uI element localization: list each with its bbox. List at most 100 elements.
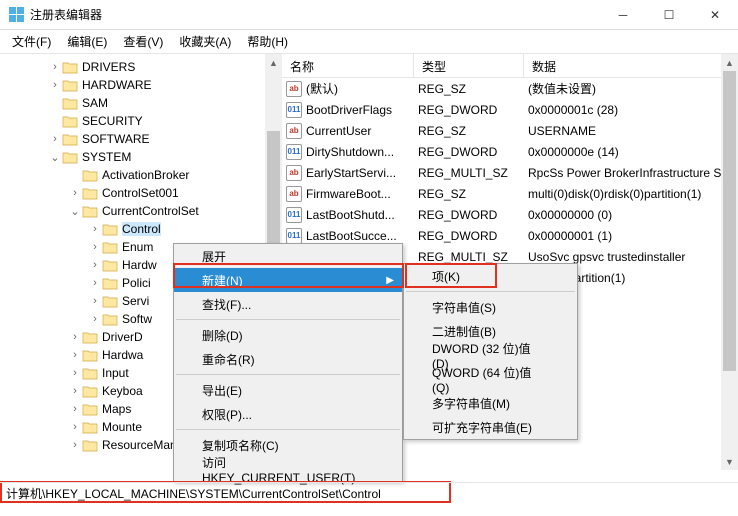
col-data-header[interactable]: 数据: [524, 54, 738, 77]
menu-item[interactable]: 重命名(R): [174, 347, 402, 371]
expand-icon[interactable]: ›: [88, 241, 102, 253]
menu-item-label: 导出(E): [202, 382, 242, 399]
list-row[interactable]: abEarlyStartServi...REG_MULTI_SZRpcSs Po…: [282, 162, 738, 183]
menu-item[interactable]: 访问 HKEY_CURRENT_USER(T): [174, 457, 402, 481]
folder-icon: [102, 294, 118, 308]
tree-item[interactable]: ›ControlSet001: [0, 184, 281, 202]
expand-icon[interactable]: ›: [88, 313, 102, 325]
expand-icon[interactable]: ›: [68, 403, 82, 415]
menu-item[interactable]: 权限(P)...: [174, 402, 402, 426]
folder-icon: [82, 168, 98, 182]
value-name: LastBootSucce...: [306, 229, 414, 243]
menu-item[interactable]: 字符串值(S): [404, 295, 577, 319]
menu-item[interactable]: 导出(E): [174, 378, 402, 402]
menu-edit[interactable]: 编辑(E): [59, 31, 115, 52]
menu-help[interactable]: 帮助(H): [239, 31, 296, 52]
menu-item[interactable]: 多字符串值(M): [404, 391, 577, 415]
folder-icon: [62, 60, 78, 74]
expand-icon[interactable]: ›: [68, 421, 82, 433]
value-data: RpcSs Power BrokerInfrastructure S: [524, 166, 738, 180]
menu-item-label: 二进制值(B): [432, 323, 496, 340]
expand-icon[interactable]: ›: [48, 79, 62, 91]
tree-label: Control: [122, 222, 161, 236]
value-name: (默认): [306, 80, 414, 97]
expand-icon[interactable]: ›: [88, 259, 102, 271]
menu-item[interactable]: 删除(D): [174, 323, 402, 347]
menubar: 文件(F) 编辑(E) 查看(V) 收藏夹(A) 帮助(H): [0, 30, 738, 54]
menu-file[interactable]: 文件(F): [4, 31, 59, 52]
value-data: USERNAME: [524, 124, 738, 138]
close-button[interactable]: ✕: [692, 0, 738, 29]
tree-label: Enum: [122, 240, 153, 254]
expand-icon[interactable]: ›: [48, 61, 62, 73]
tree-item[interactable]: SECURITY: [0, 112, 281, 130]
value-data: multi(0)disk(0)rdisk(0)partition(1): [524, 187, 738, 201]
expand-icon[interactable]: ›: [68, 439, 82, 451]
tree-item[interactable]: › Control: [0, 220, 281, 238]
menu-item[interactable]: QWORD (64 位)值(Q): [404, 367, 577, 391]
expand-icon[interactable]: ›: [68, 385, 82, 397]
list-row[interactable]: 011DirtyShutdown...REG_DWORD0x0000000e (…: [282, 141, 738, 162]
menu-favorites[interactable]: 收藏夹(A): [171, 31, 239, 52]
expand-icon[interactable]: ⌄: [48, 151, 62, 164]
folder-icon: [102, 222, 118, 236]
submenu-arrow-icon: ▶: [386, 275, 394, 286]
menu-item-label: 重命名(R): [202, 351, 255, 368]
tree-label: Input: [102, 366, 129, 380]
menu-item-label: 多字符串值(M): [432, 395, 510, 412]
tree-item[interactable]: ⌄ CurrentControlSet: [0, 202, 281, 220]
menu-item[interactable]: 项(K): [404, 264, 577, 288]
expand-icon[interactable]: ›: [88, 223, 102, 235]
list-row[interactable]: 011BootDriverFlagsREG_DWORD0x0000001c (2…: [282, 99, 738, 120]
minimize-button[interactable]: ─: [600, 0, 646, 29]
tree-label: CurrentControlSet: [102, 204, 199, 218]
value-type: REG_DWORD: [414, 103, 524, 117]
col-type-header[interactable]: 类型: [414, 54, 524, 77]
tree-item[interactable]: SAM: [0, 94, 281, 112]
titlebar: 注册表编辑器 ─ ☐ ✕: [0, 0, 738, 30]
menu-item[interactable]: 查找(F)...: [174, 292, 402, 316]
tree-label: Servi: [122, 294, 149, 308]
menu-view[interactable]: 查看(V): [115, 31, 171, 52]
expand-icon[interactable]: ›: [48, 133, 62, 145]
menu-item-label: 删除(D): [202, 327, 243, 344]
col-name-header[interactable]: 名称: [282, 54, 414, 77]
address-path[interactable]: 计算机\HKEY_LOCAL_MACHINE\SYSTEM\CurrentCon…: [6, 485, 381, 502]
list-row[interactable]: abFirmwareBoot...REG_SZmulti(0)disk(0)rd…: [282, 183, 738, 204]
value-data: 0x00000001 (1): [524, 229, 738, 243]
tree-label: DRIVERS: [82, 60, 135, 74]
tree-item[interactable]: ›HARDWARE: [0, 76, 281, 94]
expand-icon[interactable]: ›: [68, 331, 82, 343]
value-name: FirmwareBoot...: [306, 187, 414, 201]
value-type: REG_SZ: [414, 124, 524, 138]
value-type: REG_SZ: [414, 82, 524, 96]
tree-label: SAM: [82, 96, 108, 110]
tree-label: Hardwa: [102, 348, 143, 362]
menu-item-label: 字符串值(S): [432, 299, 496, 316]
expand-icon[interactable]: ⌄: [68, 205, 82, 218]
expand-icon[interactable]: ›: [68, 349, 82, 361]
folder-icon: [102, 312, 118, 326]
expand-icon[interactable]: ›: [88, 295, 102, 307]
folder-icon: [102, 240, 118, 254]
menu-item[interactable]: 新建(N)▶: [174, 268, 402, 292]
expand-icon[interactable]: ›: [88, 277, 102, 289]
list-row[interactable]: abCurrentUserREG_SZUSERNAME: [282, 120, 738, 141]
menu-item[interactable]: 展开: [174, 244, 402, 268]
list-row[interactable]: 011LastBootShutd...REG_DWORD0x00000000 (…: [282, 204, 738, 225]
value-type: REG_DWORD: [414, 208, 524, 222]
tree-item[interactable]: ActivationBroker: [0, 166, 281, 184]
folder-icon: [82, 348, 98, 362]
tree-item[interactable]: ›SOFTWARE: [0, 130, 281, 148]
tree-item[interactable]: › DRIVERS: [0, 58, 281, 76]
list-row[interactable]: ab(默认)REG_SZ(数值未设置): [282, 78, 738, 99]
folder-icon: [102, 276, 118, 290]
maximize-button[interactable]: ☐: [646, 0, 692, 29]
value-name: LastBootShutd...: [306, 208, 414, 222]
expand-icon[interactable]: ›: [68, 187, 82, 199]
list-scrollbar[interactable]: ▲ ▼: [721, 54, 738, 470]
tree-item[interactable]: ⌄ SYSTEM: [0, 148, 281, 166]
menu-item[interactable]: 可扩充字符串值(E): [404, 415, 577, 439]
tree-label: SYSTEM: [82, 150, 131, 164]
expand-icon[interactable]: ›: [68, 367, 82, 379]
